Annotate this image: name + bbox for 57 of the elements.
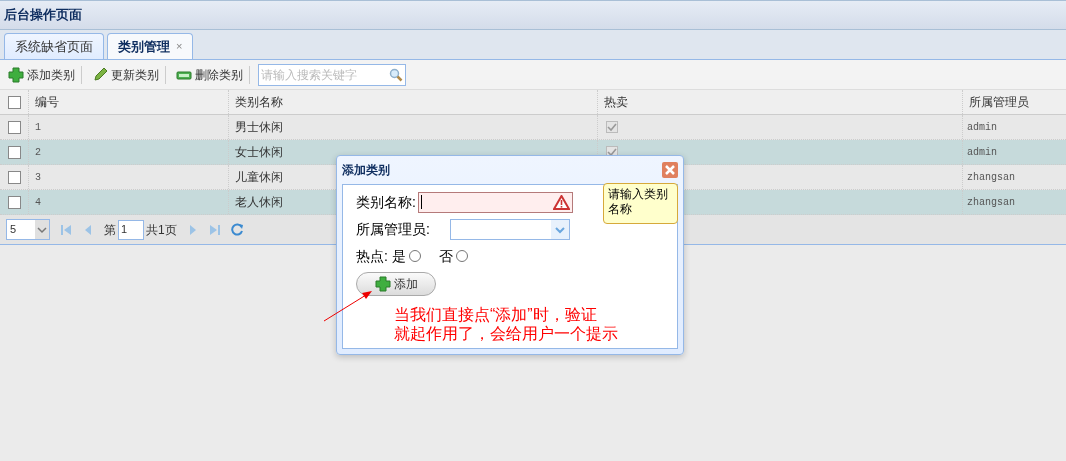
table-cell-text: 女士休闲 — [235, 144, 283, 161]
close-icon[interactable]: × — [176, 38, 183, 55]
plus-icon — [8, 66, 24, 83]
column-header: 所属管理员 — [969, 94, 1029, 111]
radio-button[interactable] — [408, 250, 421, 262]
column-header: 类别名称 — [235, 94, 283, 111]
checkbox[interactable] — [7, 145, 21, 159]
table-cell-text: 3 — [35, 170, 41, 185]
close-icon[interactable] — [662, 162, 678, 178]
checkbox[interactable] — [7, 195, 21, 209]
dialog-title: 添加类别 — [342, 162, 390, 179]
header-title: 后台操作页面 — [4, 6, 82, 25]
table-cell-text: admin — [967, 120, 997, 135]
field-label: 热点: — [356, 246, 388, 266]
checkbox[interactable] — [7, 120, 21, 134]
table-cell-text: 儿童休闲 — [235, 169, 283, 186]
caret-icon — [35, 220, 49, 239]
column-header: 编号 — [35, 94, 59, 111]
tab[interactable]: 类别管理 × — [107, 33, 194, 59]
plus-icon — [374, 276, 391, 292]
page-total: 共1页 — [146, 221, 177, 239]
search-field[interactable]: 请输入搜索关键字 — [258, 63, 406, 86]
table-row[interactable]: 1 男士休闲 admin — [0, 115, 1066, 140]
tab[interactable]: 系统缺省页面 — [4, 33, 104, 59]
radio-label: 否 — [438, 246, 453, 266]
page-size-select[interactable]: 5 — [6, 219, 50, 240]
radio-button[interactable] — [455, 250, 468, 262]
toolbar-button[interactable]: 删除类别 — [174, 65, 250, 84]
annotation-text: 当我们直接点“添加”时，验证 就起作用了，会给用户一个提示 — [394, 305, 619, 343]
arrow — [322, 288, 374, 324]
page-field[interactable]: 1 — [118, 219, 144, 240]
toolbar-button[interactable]: 添加类别 — [6, 65, 82, 84]
admin-select[interactable] — [449, 218, 570, 240]
table-cell-text: 2 — [35, 145, 41, 160]
warning-icon — [552, 194, 570, 210]
toolbar-button[interactable]: 更新类别 — [90, 65, 166, 84]
table-cell-text: 老人休闲 — [235, 194, 283, 211]
caret-icon — [550, 219, 569, 239]
checkbox[interactable] — [7, 95, 21, 109]
name-field[interactable] — [417, 191, 573, 213]
field-label: 所属管理员: — [356, 219, 430, 239]
checkbox[interactable] — [7, 170, 21, 184]
table-cell-text: admin — [967, 145, 997, 160]
tooltip: 请输入类别名称 — [603, 183, 678, 224]
page-label: 第 — [104, 221, 116, 239]
column-header: 热卖 — [604, 94, 628, 111]
table-cell-text: zhangsan — [967, 195, 1015, 210]
table-cell-text: zhangsan — [967, 170, 1015, 185]
add-button[interactable]: 添加 — [356, 272, 436, 296]
radio-label: 是 — [391, 246, 406, 266]
table-cell-text: 4 — [35, 195, 41, 210]
search-icon[interactable] — [389, 67, 403, 82]
refresh-icon[interactable] — [230, 223, 244, 236]
field-label: 类别名称: — [356, 192, 416, 212]
table-cell-text: 男士休闲 — [235, 119, 283, 136]
table-cell-text: 1 — [35, 120, 41, 135]
pencil-icon — [92, 66, 108, 83]
